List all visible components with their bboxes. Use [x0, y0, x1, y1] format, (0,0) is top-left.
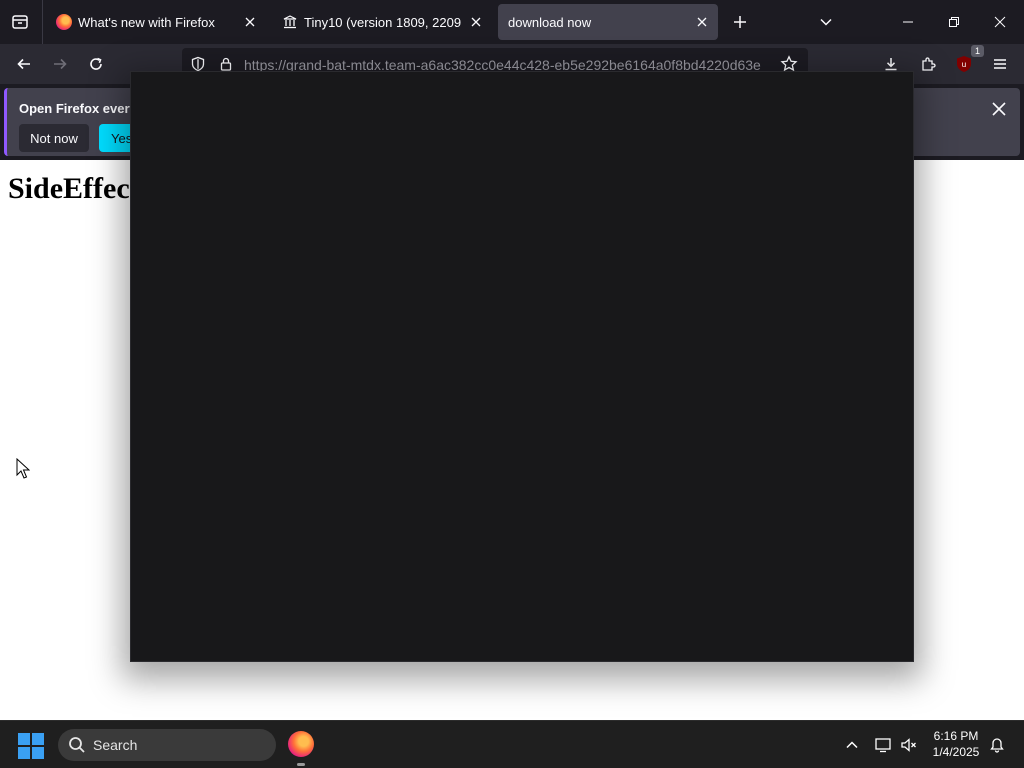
speaker-muted-icon: [901, 738, 916, 752]
not-now-button[interactable]: Not now: [19, 124, 89, 152]
app-menu-button[interactable]: [986, 50, 1014, 78]
notifications-button[interactable]: [987, 735, 1007, 755]
reload-button[interactable]: [82, 50, 110, 78]
notification-message: Open Firefox every: [19, 101, 137, 116]
puzzle-piece-icon: [922, 57, 936, 71]
close-icon[interactable]: [694, 14, 710, 30]
chevron-down-icon: [820, 18, 832, 26]
arrow-right-icon: [54, 58, 67, 70]
new-tab-button[interactable]: [728, 10, 752, 34]
firefox-taskbar-icon[interactable]: [288, 731, 314, 757]
close-icon: [994, 16, 1006, 28]
svg-text:u: u: [962, 60, 966, 69]
firefox-view-button[interactable]: [6, 8, 34, 36]
extensions-button[interactable]: [914, 50, 942, 78]
start-button[interactable]: [18, 733, 44, 759]
bell-icon: [990, 738, 1004, 753]
system-clock[interactable]: 6:16 PM 1/4/2025: [924, 728, 988, 760]
close-window-button[interactable]: [986, 8, 1014, 36]
restore-button[interactable]: [940, 8, 968, 36]
show-hidden-icons-button[interactable]: [842, 735, 862, 755]
firefox-icon: [56, 14, 72, 30]
restore-icon: [949, 17, 959, 27]
tab-title: download now: [508, 15, 592, 30]
firefox-view-icon: [12, 15, 28, 29]
forward-button[interactable]: [46, 50, 74, 78]
search-icon: [69, 737, 85, 753]
display-tray-icon[interactable]: [873, 735, 893, 755]
close-icon[interactable]: [242, 14, 258, 30]
close-notification-button[interactable]: [988, 98, 1010, 120]
search-placeholder: Search: [93, 737, 138, 753]
tab-title: Tiny10 (version 1809, 2209 and: [304, 15, 464, 30]
monitor-icon: [875, 738, 891, 753]
tab-whats-new[interactable]: What's new with Firefox: [48, 4, 266, 40]
taskbar-search-box[interactable]: Search: [58, 729, 276, 761]
ublock-origin-button[interactable]: u 1: [950, 45, 984, 78]
windows-logo-icon: [18, 733, 30, 745]
download-icon: [885, 58, 897, 71]
chevron-up-icon: [846, 741, 858, 749]
hamburger-menu-icon: [994, 59, 1006, 69]
clock-time: 6:16 PM: [933, 729, 979, 743]
tab-download-now[interactable]: download now: [498, 4, 718, 40]
desktop-screen: What's new with Firefox Tiny10 (version …: [0, 0, 1024, 768]
plus-icon: [734, 16, 746, 28]
mouse-cursor-icon: [16, 458, 30, 479]
tab-separator: [42, 0, 43, 44]
popup-window[interactable]: [130, 71, 914, 662]
minimize-button[interactable]: [894, 8, 922, 36]
clock-date: 1/4/2025: [932, 745, 980, 759]
tab-strip: What's new with Firefox Tiny10 (version …: [0, 0, 1024, 44]
running-app-indicator: [297, 763, 305, 766]
back-button[interactable]: [10, 50, 38, 78]
taskbar: Search 6:16 PM 1/4/2025: [0, 720, 1024, 768]
close-icon[interactable]: [468, 14, 484, 30]
list-all-tabs-button[interactable]: [814, 10, 838, 34]
arrow-left-icon: [17, 58, 30, 70]
volume-muted-tray-icon[interactable]: [899, 735, 919, 755]
page-heading: SideEffec: [8, 172, 130, 205]
minimize-icon: [903, 21, 913, 23]
extension-badge-count: 1: [971, 45, 984, 57]
tab-title: What's new with Firefox: [78, 15, 215, 30]
library-icon: [282, 14, 298, 30]
tab-tiny10[interactable]: Tiny10 (version 1809, 2209 and: [274, 4, 492, 40]
ublock-shield-icon: u: [957, 56, 971, 72]
close-icon: [992, 102, 1006, 116]
reload-icon: [90, 57, 102, 70]
